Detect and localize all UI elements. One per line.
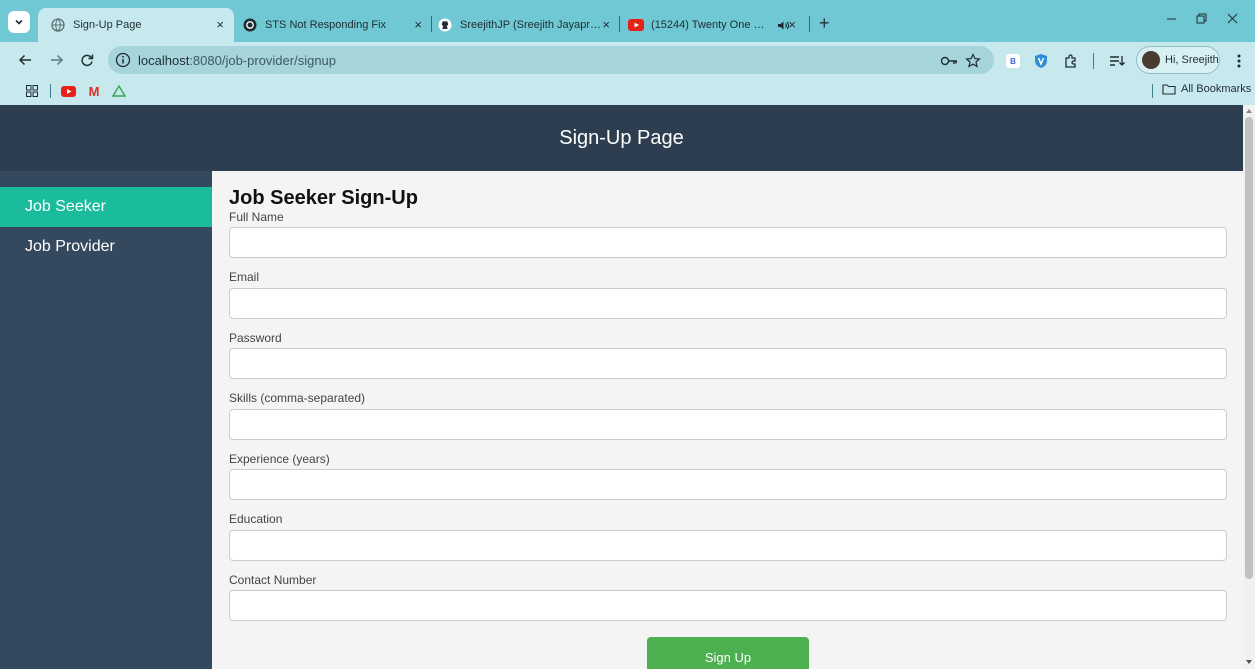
scroll-up-icon[interactable]	[1246, 109, 1252, 113]
education-input[interactable]	[229, 530, 1227, 561]
folder-icon	[1162, 83, 1176, 95]
experience-label: Experience (years)	[229, 452, 330, 466]
tab-title: Sign-Up Page	[73, 19, 142, 31]
reload-icon[interactable]	[78, 51, 96, 69]
page-viewport: Sign-Up Page Job Seeker Job Provider Job…	[0, 105, 1243, 669]
openai-icon	[242, 17, 258, 33]
sidebar-item-job-provider[interactable]: Job Provider	[0, 227, 212, 267]
url-host: localhost	[138, 53, 190, 68]
tab-youtube-video[interactable]: (15244) Twenty One Pilots - ×	[620, 8, 806, 42]
extension-badge: B	[1006, 54, 1020, 68]
browser-tab-strip: Sign-Up Page × STS Not Responding Fix × …	[0, 0, 1255, 42]
new-tab-plus-icon[interactable]: +	[819, 14, 830, 32]
address-url[interactable]: localhost:8080/job-provider/signup	[138, 53, 336, 68]
tab-title: SreejithJP (Sreejith Jayaprakash	[460, 19, 605, 31]
scroll-down-icon[interactable]	[1246, 660, 1252, 664]
bookmarks-divider	[50, 84, 51, 98]
bookmarks-divider	[1152, 84, 1153, 98]
education-label: Education	[229, 512, 283, 526]
sign-up-button[interactable]: Sign Up	[647, 637, 809, 669]
kebab-menu-icon[interactable]	[1230, 52, 1248, 70]
sidebar: Job Seeker Job Provider	[0, 171, 212, 669]
experience-input[interactable]	[229, 469, 1227, 500]
bookmark-star-icon[interactable]	[964, 52, 982, 70]
email-label: Email	[229, 270, 260, 284]
gmail-letter: M	[88, 83, 100, 99]
restore-icon[interactable]	[1196, 12, 1207, 27]
window-close-icon[interactable]	[1227, 12, 1238, 27]
full-name-label: Full Name	[229, 210, 284, 224]
scrollbar-thumb[interactable]	[1245, 117, 1253, 579]
password-input[interactable]	[229, 348, 1227, 379]
profile-button[interactable]: Hi, Sreejith	[1136, 46, 1220, 74]
cloud-icon[interactable]	[111, 83, 127, 99]
page-title: Sign-Up Page	[559, 126, 684, 149]
password-key-icon[interactable]	[940, 52, 958, 70]
close-tab-icon[interactable]: ×	[216, 18, 224, 32]
skills-label: Skills (comma-separated)	[229, 391, 366, 405]
minimize-icon[interactable]	[1166, 12, 1177, 27]
skills-input[interactable]	[229, 409, 1227, 440]
contact-number-input[interactable]	[229, 590, 1227, 621]
all-bookmarks-button[interactable]: All Bookmarks	[1162, 83, 1251, 95]
contact-number-label: Contact Number	[229, 573, 317, 587]
tab-sign-up-page[interactable]: Sign-Up Page ×	[38, 8, 234, 42]
close-tab-icon[interactable]: ×	[602, 18, 610, 32]
toolbar-divider	[1093, 53, 1094, 69]
forward-arrow-icon[interactable]	[48, 51, 66, 69]
tab-title: STS Not Responding Fix	[265, 19, 387, 31]
reading-list-icon[interactable]	[1108, 52, 1126, 70]
youtube-icon	[628, 17, 644, 33]
site-info-icon[interactable]	[115, 52, 131, 68]
globe-icon	[50, 17, 66, 33]
signup-form: Job Seeker Sign-Up Full Name Email Passw…	[212, 171, 1243, 669]
email-input[interactable]	[229, 288, 1227, 319]
extension-b-icon[interactable]: B	[1004, 52, 1022, 70]
tab-sts-not-responding[interactable]: STS Not Responding Fix ×	[234, 8, 432, 42]
extensions-puzzle-icon[interactable]	[1062, 52, 1080, 70]
tab-title: (15244) Twenty One Pilots -	[651, 19, 769, 31]
tab-search-button[interactable]	[8, 11, 30, 33]
chevron-down-icon	[15, 19, 23, 25]
tab-github-profile[interactable]: SreejithJP (Sreejith Jayaprakash ×	[432, 8, 620, 42]
close-tab-icon[interactable]: ×	[414, 18, 422, 32]
full-name-input[interactable]	[229, 227, 1227, 258]
sidebar-item-job-seeker[interactable]: Job Seeker	[0, 187, 212, 227]
form-title: Job Seeker Sign-Up	[229, 187, 418, 209]
gmail-icon[interactable]: M	[86, 83, 102, 99]
all-bookmarks-label: All Bookmarks	[1181, 83, 1252, 95]
back-arrow-icon[interactable]	[16, 51, 34, 69]
apps-grid-icon[interactable]	[25, 83, 39, 99]
password-label: Password	[229, 331, 282, 345]
close-tab-icon[interactable]: ×	[788, 18, 796, 32]
profile-label: Hi, Sreejith	[1165, 54, 1219, 66]
youtube-icon[interactable]	[60, 83, 76, 99]
github-icon	[437, 17, 453, 33]
page-header: Sign-Up Page	[0, 105, 1243, 171]
avatar	[1142, 51, 1160, 69]
page-scrollbar[interactable]	[1243, 105, 1255, 669]
bookmarks-bar: M	[0, 78, 1255, 105]
tab-divider	[809, 16, 810, 32]
shield-icon[interactable]	[1032, 52, 1050, 70]
url-path: :8080/job-provider/signup	[189, 53, 337, 68]
